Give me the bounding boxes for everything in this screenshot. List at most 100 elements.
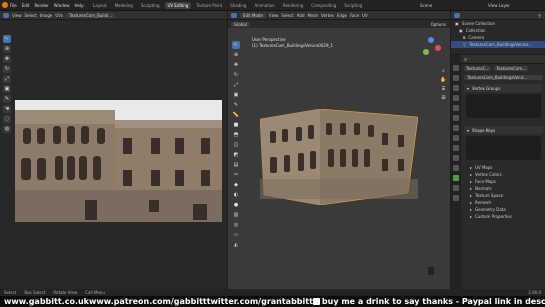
menu-help[interactable]: Help [74, 3, 83, 8]
search-icon[interactable]: ⚲ [464, 57, 467, 62]
panel-vertex-groups[interactable]: ▾ Vertex Groups [464, 84, 543, 92]
tab-shading[interactable]: Shading [227, 2, 249, 9]
view-layer-tab-icon[interactable] [453, 95, 459, 101]
select-tool-icon[interactable]: ↖ [3, 35, 11, 43]
mesh-data-tab-icon[interactable] [453, 175, 459, 181]
tab-compositing[interactable]: Compositing [308, 2, 339, 9]
rotate-icon[interactable]: ↻ [232, 71, 240, 79]
vp-menu-view[interactable]: View [269, 13, 279, 18]
filter-icon[interactable]: ⚲ [538, 13, 541, 18]
vp-menu-mesh[interactable]: Mesh [308, 13, 319, 18]
render-tab-icon[interactable] [453, 75, 459, 81]
shrink-icon[interactable]: ◎ [232, 221, 240, 229]
section-face-maps[interactable]: ▸ Face Maps [462, 178, 545, 185]
y-axis-icon[interactable] [423, 49, 429, 55]
uv-menu-view[interactable]: View [12, 13, 22, 18]
section-texture-space[interactable]: ▸ Texture Space [462, 192, 545, 199]
outliner-row[interactable]: ⌸ Camera [451, 34, 545, 41]
scale-icon[interactable]: ⤢ [232, 81, 240, 89]
mesh-field[interactable]: TexturesCom... [494, 66, 529, 71]
vp-menu-uv[interactable]: UV [362, 13, 368, 18]
editor-type-icon[interactable] [3, 12, 9, 18]
transform-tool-icon[interactable]: ▣ [3, 85, 11, 93]
x-axis-icon[interactable] [435, 45, 441, 51]
loop-cut-icon[interactable]: ▤ [232, 161, 240, 169]
grid-view-icon[interactable]: ⊞ [440, 94, 447, 101]
object-field[interactable]: TexturesC... [464, 66, 492, 71]
zoom-icon[interactable]: ⌕ [440, 67, 447, 74]
outliner-row[interactable]: ▣ Collection [451, 27, 545, 34]
menu-edit[interactable]: Edit [22, 3, 30, 8]
tab-scripting[interactable]: Scripting [341, 2, 365, 9]
editor-type-icon[interactable] [454, 12, 460, 18]
cursor-icon[interactable]: ⊕ [232, 51, 240, 59]
section-vertex-colors[interactable]: ▸ Vertex Colors [462, 171, 545, 178]
uv-editor[interactable]: View Select Image UVs TexturesCom_Buildi… [0, 11, 227, 289]
blender-logo-icon[interactable] [2, 2, 8, 8]
tab-layout[interactable]: Layout [90, 2, 110, 9]
menu-window[interactable]: Window [54, 3, 70, 8]
section-normals[interactable]: ▸ Normals [462, 185, 545, 192]
object-tab-icon[interactable] [453, 125, 459, 131]
vp-menu-add[interactable]: Add [297, 13, 305, 18]
3d-viewport[interactable]: Edit Mode View Select Add Mesh Vertex Ed… [228, 11, 450, 289]
spin-icon[interactable]: ◐ [232, 191, 240, 199]
world-tab-icon[interactable] [453, 115, 459, 121]
view-layer-selector[interactable]: View Layer [488, 3, 510, 8]
material-tab-icon[interactable] [453, 185, 459, 191]
editor-type-icon[interactable] [231, 12, 237, 18]
section-geometry-data[interactable]: ▸ Geometry Data [462, 206, 545, 213]
vp-menu-vertex[interactable]: Vertex [321, 13, 334, 18]
annotate-tool-icon[interactable]: ✎ [3, 95, 11, 103]
orientation-selector[interactable]: Global [231, 21, 250, 27]
scene-tab-icon[interactable] [453, 105, 459, 111]
add-cube-icon[interactable]: ■ [232, 121, 240, 129]
texture-tab-icon[interactable] [453, 195, 459, 201]
options-menu[interactable]: Options [431, 22, 446, 27]
cursor-tool-icon[interactable]: ⊕ [3, 45, 11, 53]
mode-selector[interactable]: Edit Mode [240, 12, 266, 18]
poly-build-icon[interactable]: ◆ [232, 181, 240, 189]
image-selector[interactable]: TexturesCom_Buildi... [66, 12, 115, 18]
tab-uv-editing[interactable]: UV Editing [164, 2, 192, 9]
menu-file[interactable]: File [10, 3, 17, 8]
z-axis-icon[interactable] [428, 37, 434, 43]
constraints-tab-icon[interactable] [453, 165, 459, 171]
panel-shape-keys[interactable]: ▾ Shape Keys [464, 126, 543, 134]
tab-sculpting[interactable]: Sculpting [138, 2, 163, 9]
uv-menu-select[interactable]: Select [25, 13, 37, 18]
vp-menu-face[interactable]: Face [350, 13, 359, 18]
tab-rendering[interactable]: Rendering [280, 2, 306, 9]
properties-editor[interactable]: ⚲ TexturesC... TexturesCom... TexturesCo… [451, 55, 545, 289]
measure-icon[interactable]: 📏 [232, 111, 240, 119]
physics-tab-icon[interactable] [453, 155, 459, 161]
uv-menu-uvs[interactable]: UVs [55, 13, 63, 18]
particles-tab-icon[interactable] [453, 145, 459, 151]
tool-tab-icon[interactable] [453, 65, 459, 71]
vp-menu-edge[interactable]: Edge [337, 13, 347, 18]
pan-icon[interactable]: ✋ [440, 76, 447, 83]
section-uv-maps[interactable]: ▸ UV Maps [462, 164, 545, 171]
transform-icon[interactable]: ▣ [232, 91, 240, 99]
vp-menu-select[interactable]: Select [281, 13, 293, 18]
grab-tool-icon[interactable]: ☚ [3, 105, 11, 113]
select-box-icon[interactable]: ↖ [232, 41, 240, 49]
relax-tool-icon[interactable]: ◌ [3, 115, 11, 123]
vertex-groups-list[interactable] [466, 94, 541, 118]
move-tool-icon[interactable]: ✥ [3, 55, 11, 63]
camera-view-icon[interactable]: ⌸ [440, 85, 447, 92]
extrude-icon[interactable]: ⬒ [232, 131, 240, 139]
knife-icon[interactable]: ✂ [232, 171, 240, 179]
tab-modeling[interactable]: Modeling [112, 2, 136, 9]
shape-keys-list[interactable] [466, 136, 541, 160]
scale-tool-icon[interactable]: ⤢ [3, 75, 11, 83]
output-tab-icon[interactable] [453, 85, 459, 91]
outliner-row[interactable]: ▣ Scene Collection [451, 20, 545, 27]
rip-icon[interactable]: ◭ [232, 241, 240, 249]
inset-icon[interactable]: ◫ [232, 141, 240, 149]
section-remesh[interactable]: ▸ Remesh [462, 199, 545, 206]
annotate-icon[interactable]: ✎ [232, 101, 240, 109]
outliner-row-selected[interactable]: ▽ TexturesCom_BuildingsVenice... [451, 41, 545, 48]
move-icon[interactable]: ✥ [232, 61, 240, 69]
bevel-icon[interactable]: ◩ [232, 151, 240, 159]
